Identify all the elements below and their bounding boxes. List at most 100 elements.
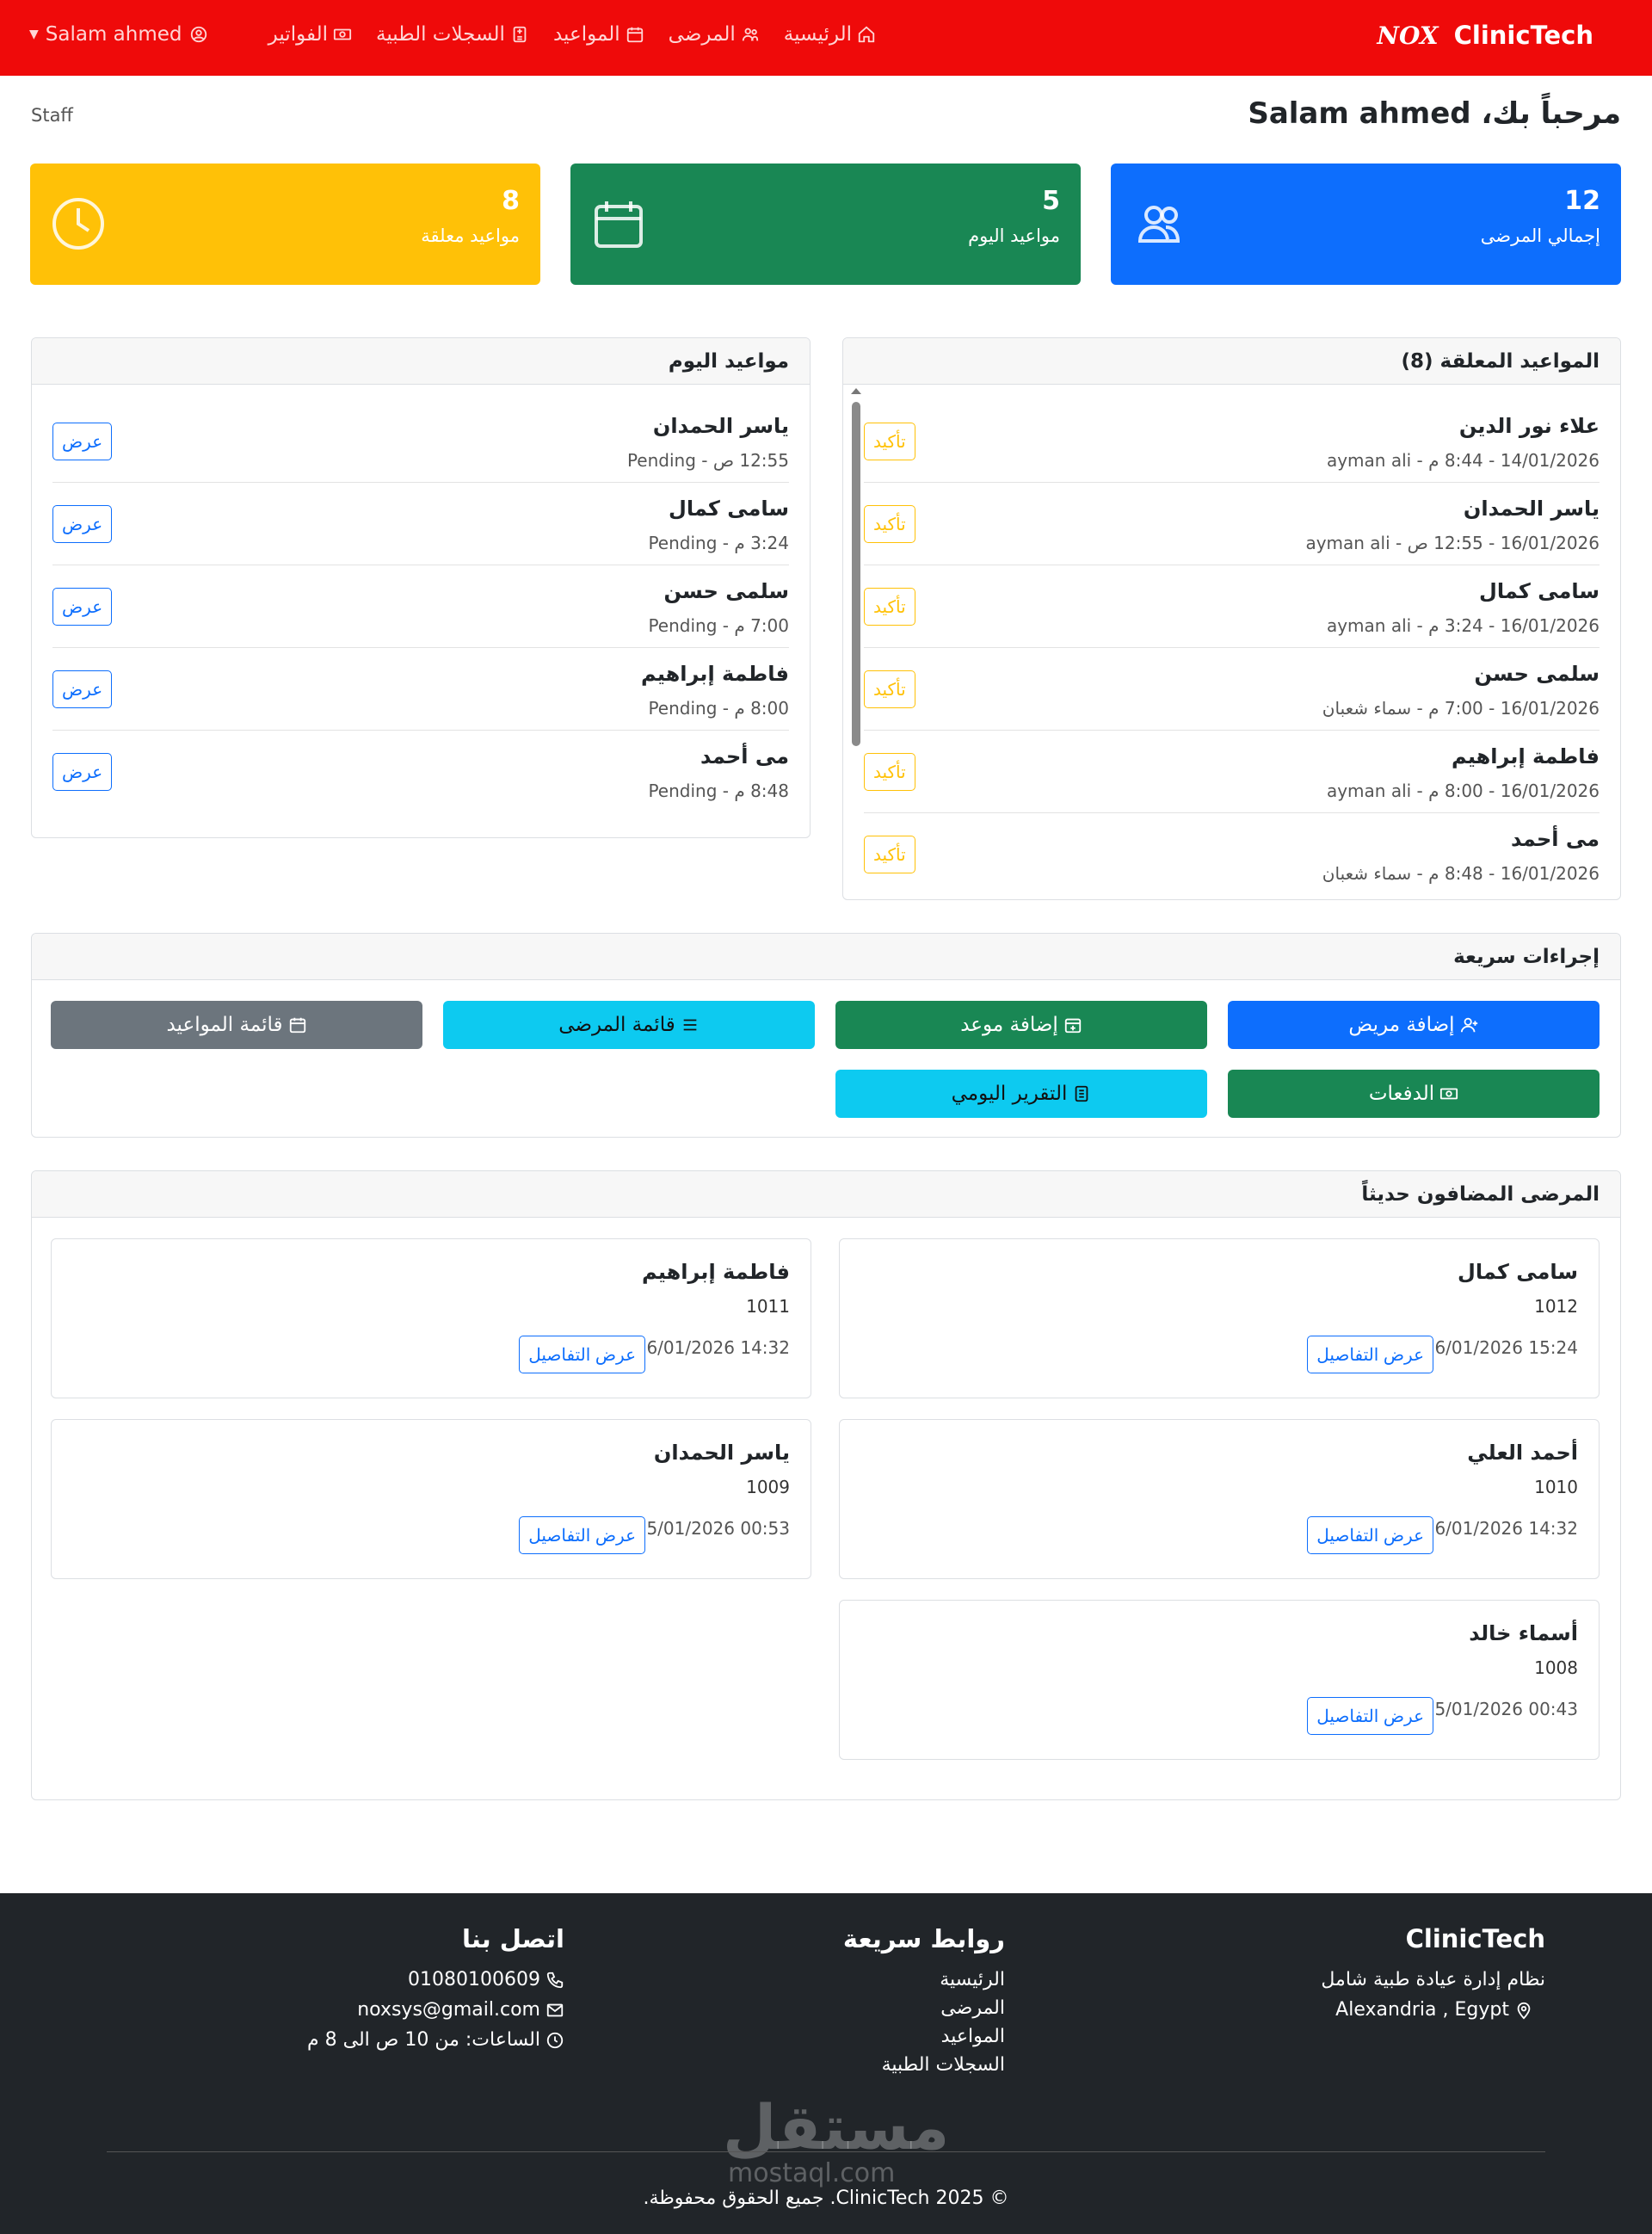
nav-links: الرئيسية المرضى المواعيد السجلات الطبية … [268,23,876,46]
watermark-url: mostaql.com [728,2158,896,2188]
view-button[interactable]: عرض [52,753,113,791]
stat-value: 5 [1042,186,1060,216]
view-button[interactable]: عرض [52,670,113,708]
nav-appointments-label: المواعيد [552,23,620,46]
footer-link-records[interactable]: السجلات الطبية [843,2054,1005,2076]
house-icon [858,26,875,43]
view-details-button[interactable]: عرض التفاصيل [519,1336,645,1373]
patient-name: سامى كمال [1458,1260,1578,1284]
top-navbar: ClinicTech NOX الرئيسية المرضى المواعيد … [0,0,1652,76]
patient-name: فاطمة إبراهيم [642,1260,790,1284]
footer-links-column: روابط سريعة الرئيسية المرضى المواعيد الس… [843,1924,1005,2083]
list-item: علاء نور الدين 14/01/2026 - 8:44 م - aym… [864,400,1600,483]
footer-location: Alexandria , Egypt [1321,1999,1533,2021]
add-appointment-button[interactable]: إضافة موعد [835,1001,1207,1049]
appointments-list-button[interactable]: قائمة المواعيد [51,1001,422,1049]
confirm-button[interactable]: تأكيد [864,670,915,708]
nav-invoices[interactable]: الفواتير [268,23,352,46]
nav-records[interactable]: السجلات الطبية [376,23,529,46]
view-details-button[interactable]: عرض التفاصيل [1307,1516,1433,1554]
confirm-button[interactable]: تأكيد [864,588,915,626]
user-name: Salam ahmed [45,23,182,46]
appointment-meta: 12:55 ص - Pending [626,450,789,471]
patient-card: أسماء خالد 1008 15/01/2026 00:43 عرض الت… [839,1600,1600,1760]
button-label: التقرير اليومي [951,1083,1068,1105]
confirm-button[interactable]: تأكيد [864,505,915,543]
patient-id: 1012 [1534,1296,1578,1317]
footer: ClinicTech نظام إدارة عيادة طبية شامل Al… [0,1893,1652,2234]
confirm-button[interactable]: تأكيد [864,423,915,460]
scroll-thumb[interactable] [852,402,860,746]
list-item: سامى كمال 3:24 م - Pending عرض [52,483,789,565]
patient-name: سامى كمال [669,497,789,521]
view-details-button[interactable]: عرض التفاصيل [1307,1336,1433,1373]
brand[interactable]: ClinicTech NOX [1377,21,1593,50]
appointment-meta: 16/01/2026 - 3:24 م - ayman ali [1326,615,1600,636]
location-pin-icon [1517,2002,1531,2019]
patient-name: علاء نور الدين [1458,414,1600,438]
footer-tagline: نظام إدارة عيادة طبية شامل [1321,1969,1545,1990]
daily-report-button[interactable]: التقرير اليومي [835,1070,1207,1118]
clock-icon [546,2032,564,2048]
confirm-button[interactable]: تأكيد [864,836,915,873]
button-label: الدفعات [1368,1083,1435,1105]
envelope-icon [546,2003,564,2016]
patient-name: أسماء خالد [1469,1621,1578,1645]
list-item: مى أحمد 16/01/2026 - 8:48 م - سماء شعبان… [864,813,1600,896]
nav-home[interactable]: الرئيسية [784,23,876,46]
report-icon [1076,1085,1088,1102]
role-badge: Staff [31,105,73,126]
appointment-meta: 3:24 م - Pending [648,533,789,553]
calendar-plus-icon [1064,1018,1081,1034]
card-title: مواعيد اليوم [32,338,810,385]
footer-brand: ClinicTech [1405,1924,1545,1953]
footer-link-home[interactable]: الرئيسية [843,1969,1005,1990]
footer-brand-column: ClinicTech نظام إدارة عيادة طبية شامل Al… [1321,1924,1545,2029]
patients-list-button[interactable]: قائمة المرضى [443,1001,815,1049]
nav-appointments[interactable]: المواعيد [553,23,644,46]
patient-name: فاطمة إبراهيم [1452,744,1600,768]
calendar-icon [626,27,643,43]
brand-logo: NOX [1377,21,1439,50]
view-button[interactable]: عرض [52,588,113,626]
patient-card: فاطمة إبراهيم 1011 16/01/2026 14:32 عرض … [51,1238,811,1398]
page-title: مرحباً بك، Salam ahmed [1248,96,1621,131]
recent-patients-card: المرضى المضافون حديثاً سامى كمال 1012 16… [31,1170,1621,1800]
patient-date: 16/01/2026 14:32 [635,1337,790,1358]
patient-name: سلمى حسن [663,579,789,603]
user-menu[interactable]: Salam ahmed ▼ [29,23,208,46]
footer-phone[interactable]: 01080100609 [307,1969,564,1990]
confirm-button[interactable]: تأكيد [864,753,915,791]
scroll-up-arrow[interactable] [851,388,861,394]
nav-patients[interactable]: المرضى [669,23,760,46]
view-button[interactable]: عرض [52,423,113,460]
scrollbar[interactable] [848,386,862,899]
patient-name: سلمى حسن [1474,662,1600,686]
appointment-meta: 16/01/2026 - 7:00 م - سماء شعبان [1322,698,1600,719]
footer-links-title: روابط سريعة [842,1924,1005,1953]
patient-date: 15/01/2026 00:53 [635,1518,790,1539]
patient-card: أحمد العلي 1010 16/01/2026 14:32 عرض الت… [839,1419,1600,1579]
patient-date: 16/01/2026 15:24 [1423,1337,1578,1358]
stat-total-patients: 12 إجمالي المرضى [1111,164,1621,285]
person-plus-icon [1460,1017,1477,1033]
footer-link-patients[interactable]: المرضى [843,1997,1005,2019]
medical-record-icon [513,26,527,43]
list-item: مى أحمد 8:48 م - Pending عرض [52,731,789,813]
watermark-logo: مستقل [723,2091,950,2163]
view-details-button[interactable]: عرض التفاصيل [519,1516,645,1554]
stat-label: إجمالي المرضى [1480,225,1600,246]
caret-down-icon: ▼ [29,28,39,41]
add-patient-button[interactable]: إضافة مريض [1228,1001,1600,1049]
view-button[interactable]: عرض [52,505,113,543]
footer-link-appointments[interactable]: المواعيد [843,2026,1005,2047]
list-icon [683,1019,697,1031]
footer-email[interactable]: noxsys@gmail.com [307,1999,564,2021]
button-label: قائمة المواعيد [166,1014,283,1036]
patient-name: مى أحمد [700,744,789,768]
view-details-button[interactable]: عرض التفاصيل [1307,1697,1433,1735]
list-item: سلمى حسن 7:00 م - Pending عرض [52,565,789,648]
people-icon [742,28,758,41]
patient-id: 1009 [746,1477,790,1497]
payments-button[interactable]: الدفعات [1228,1070,1600,1118]
